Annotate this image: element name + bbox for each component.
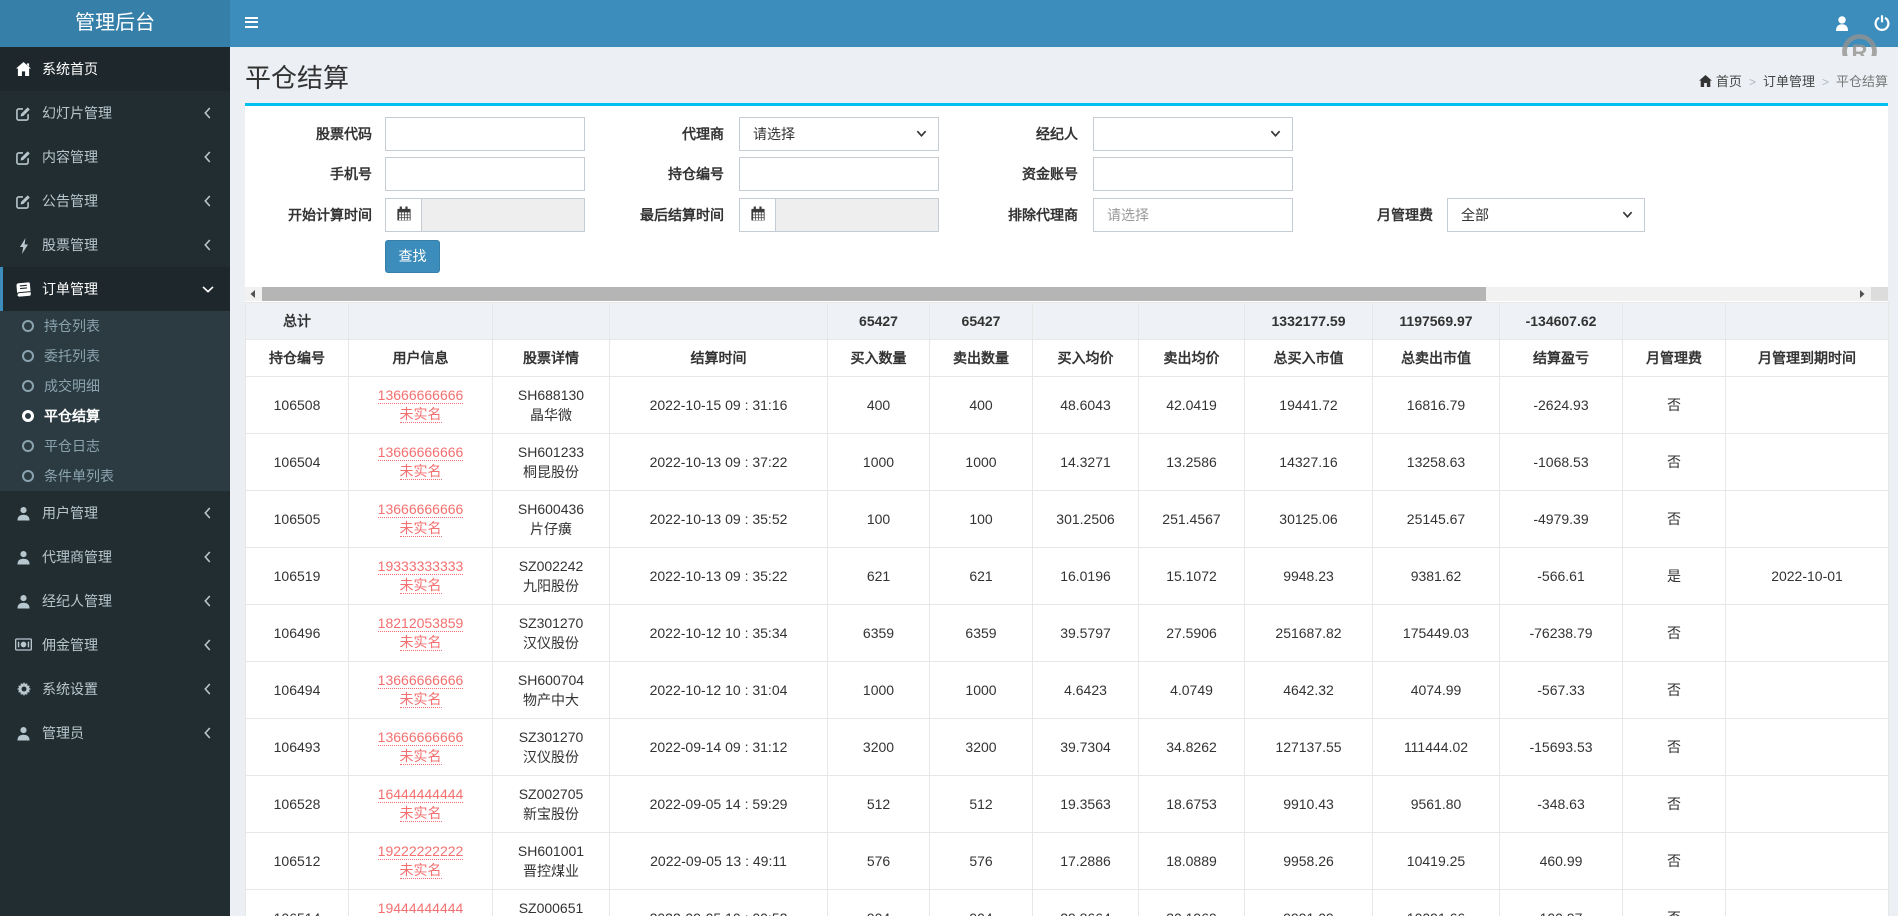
svg-text:R: R	[1852, 40, 1868, 56]
